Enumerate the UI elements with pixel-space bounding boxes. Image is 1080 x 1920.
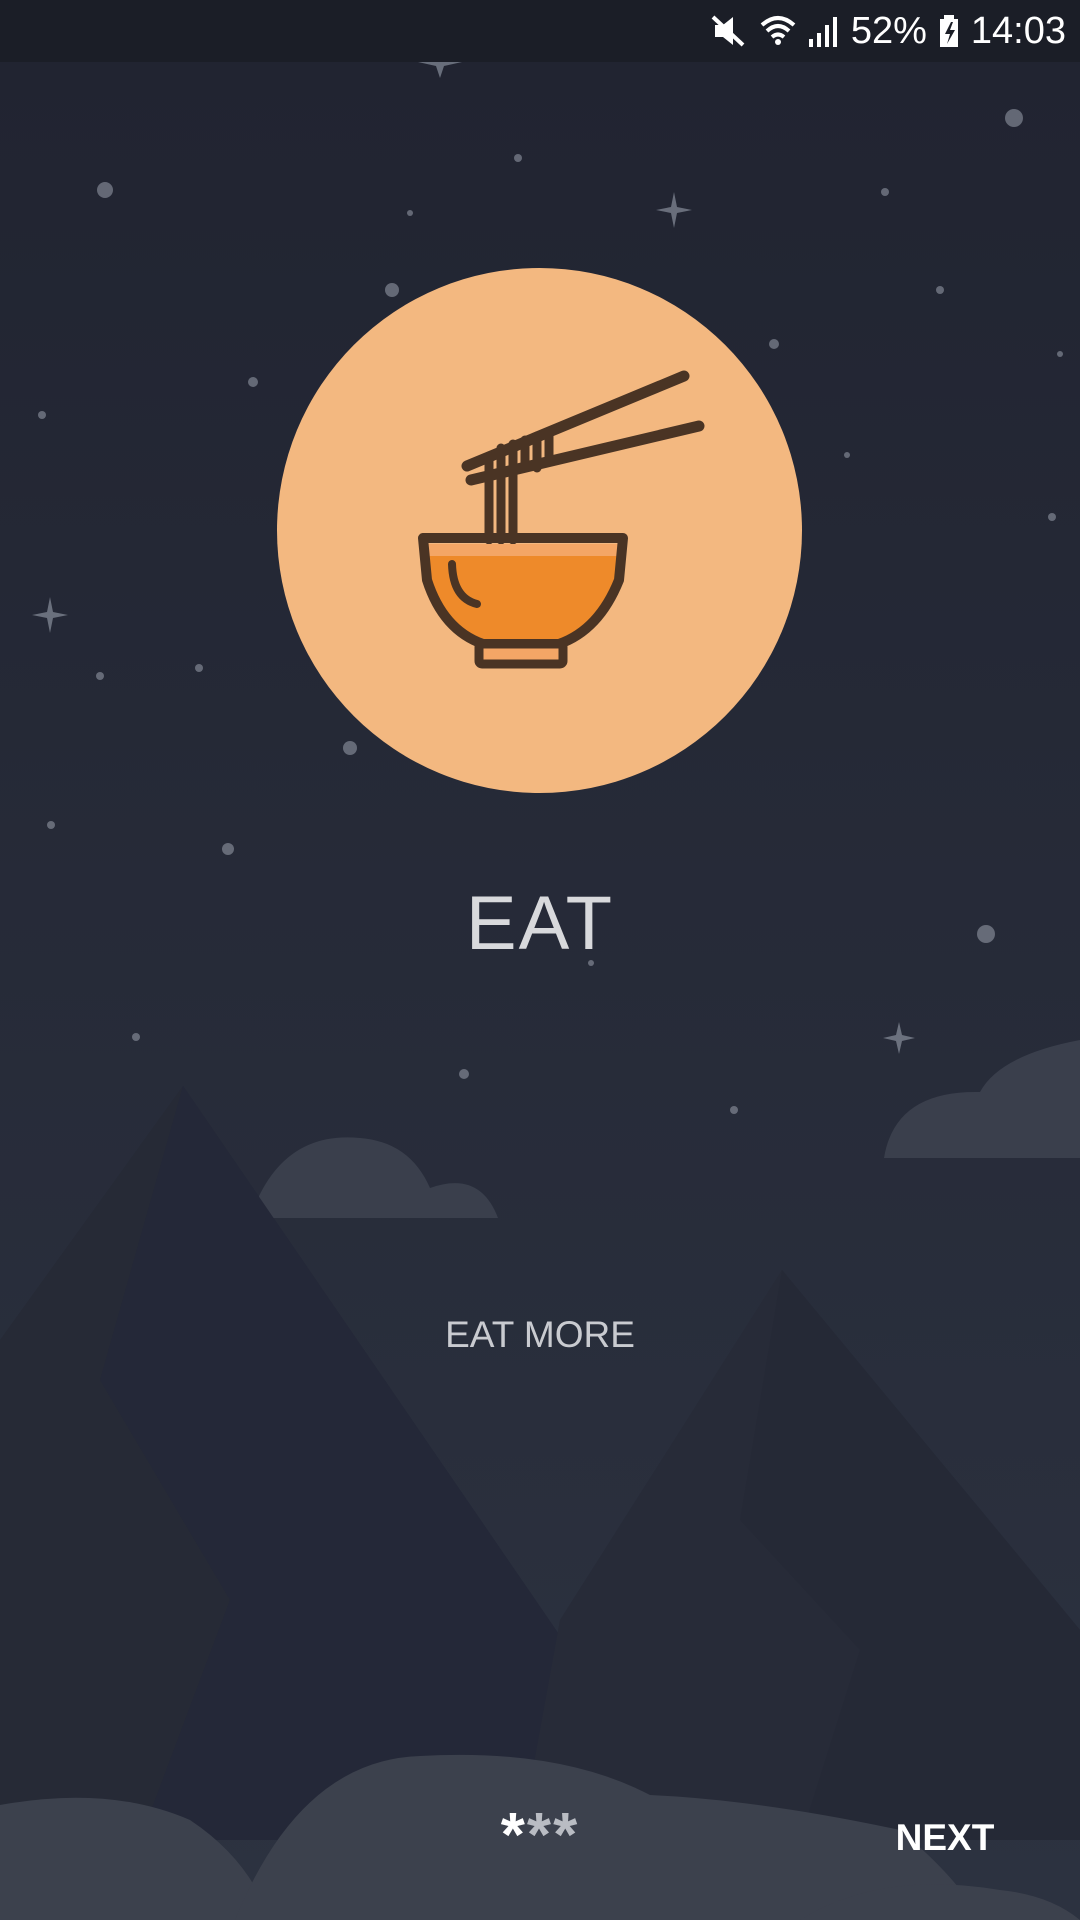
noodle-bowl-icon [418,370,705,669]
page-indicator: *** [440,1800,640,1871]
battery-icon [937,11,961,51]
page-subtitle: EAT MORE [445,1314,635,1355]
wifi-icon [759,11,797,51]
page-dot-2[interactable]: * [527,1801,553,1870]
mute-icon [709,11,749,51]
clock: 14:03 [970,9,1066,52]
status-bar: 52% 14:03 [0,0,1080,62]
page-title: EAT [465,881,615,966]
hero-illustration [277,268,802,793]
battery-percent: 52% [850,9,927,52]
page-dot-3[interactable]: * [553,1801,579,1870]
page-dot-1[interactable]: * [501,1801,527,1870]
next-button[interactable]: NEXT [870,1812,1020,1864]
status-icons: 52% 14:03 [709,0,1066,62]
signal-icon [807,11,841,51]
